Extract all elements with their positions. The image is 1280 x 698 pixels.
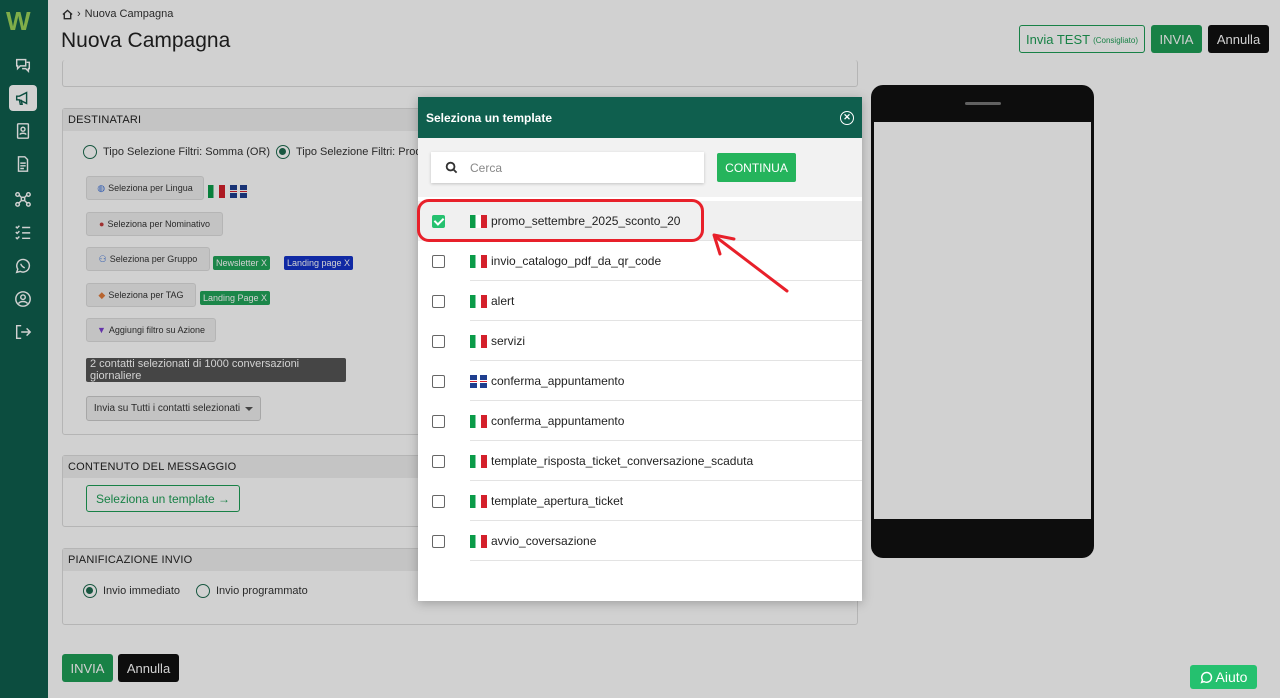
italian-flag-icon (470, 454, 487, 468)
checkbox[interactable] (432, 454, 445, 468)
close-icon[interactable]: ✕ (840, 110, 854, 125)
template-name: servizi (491, 334, 526, 348)
search-area: CONTINUA (418, 138, 862, 197)
italian-flag-icon (470, 494, 487, 508)
checkbox[interactable] (432, 374, 445, 388)
uk-flag-icon (470, 374, 487, 388)
template-name: conferma_appuntamento (491, 374, 625, 388)
arrow-annotation (712, 233, 789, 293)
checkbox[interactable] (432, 334, 445, 348)
italian-flag-icon (470, 334, 487, 348)
continue-button[interactable]: CONTINUA (717, 153, 796, 182)
template-name: invio_catalogo_pdf_da_qr_code (491, 254, 662, 268)
italian-flag-icon (470, 414, 487, 428)
modal-title: Seleziona un template (426, 110, 553, 125)
template-row[interactable]: conferma_appuntamento (418, 361, 862, 401)
template-name: alert (491, 294, 515, 308)
checkbox[interactable] (432, 494, 445, 508)
search-icon (445, 161, 458, 174)
template-row[interactable]: conferma_appuntamento (418, 401, 862, 441)
template-modal: Seleziona un template ✕ CONTINUA promo_s… (418, 97, 862, 601)
search-input[interactable] (470, 160, 670, 175)
checkbox[interactable] (432, 534, 445, 548)
modal-header: Seleziona un template ✕ (418, 97, 862, 138)
italian-flag-icon (470, 254, 487, 268)
template-row[interactable]: servizi (418, 321, 862, 361)
checkbox[interactable] (432, 294, 445, 308)
template-row[interactable]: template_risposta_ticket_conversazione_s… (418, 441, 862, 481)
template-name: template_risposta_ticket_conversazione_s… (491, 454, 754, 468)
help-button[interactable]: Aiuto (1190, 665, 1257, 689)
template-row[interactable]: template_apertura_ticket (418, 481, 862, 521)
template-name: template_apertura_ticket (491, 494, 624, 508)
template-name: conferma_appuntamento (491, 414, 625, 428)
template-row[interactable]: avvio_coversazione (418, 521, 862, 561)
search-box[interactable] (431, 152, 704, 183)
italian-flag-icon (470, 534, 487, 548)
template-name: avvio_coversazione (491, 534, 597, 548)
checkbox[interactable] (432, 414, 445, 428)
highlight-annotation (417, 199, 704, 242)
checkbox[interactable] (432, 254, 445, 268)
whatsapp-icon (1200, 671, 1212, 684)
italian-flag-icon (470, 294, 487, 308)
